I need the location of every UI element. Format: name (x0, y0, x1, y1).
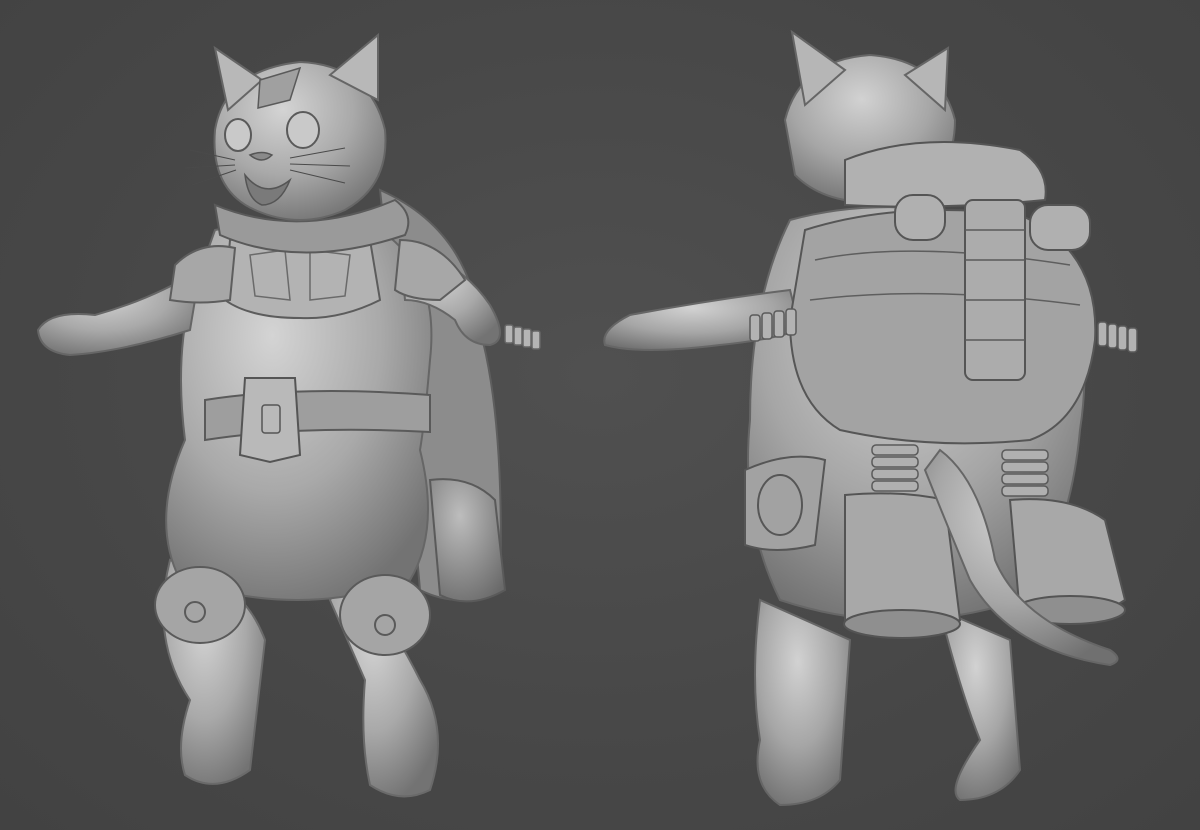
cat-armor-sculpt-back-view (603, 29, 1138, 807)
render-viewport (0, 0, 1200, 830)
back-left-leg (754, 598, 852, 807)
knee-pad-left (154, 566, 246, 644)
back-right-leg (938, 608, 1022, 802)
jetpack-bolt-left (894, 194, 946, 241)
right-eye (286, 111, 320, 149)
wrist-hose (504, 324, 541, 350)
side-hose-right (1097, 321, 1138, 353)
left-eye (224, 118, 252, 152)
jetpack-bolt-right (1029, 204, 1091, 251)
cat-armor-sculpt-front-view (36, 32, 541, 798)
hip-pouch (744, 455, 827, 551)
jetpack-top-plate (844, 141, 1047, 208)
hip-canister (428, 478, 507, 603)
jetpack-central-cylinder (964, 199, 1026, 381)
shoulder-pad-left (168, 245, 237, 304)
belt-buckle (238, 377, 302, 464)
